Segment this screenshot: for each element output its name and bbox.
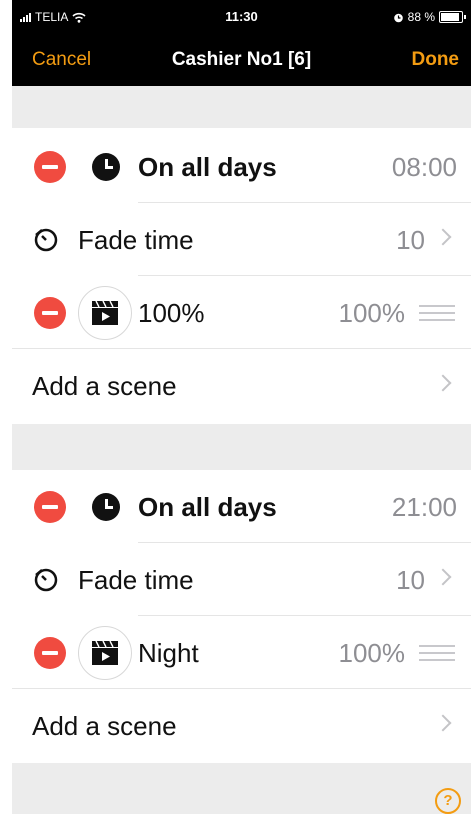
top-bar: TELIA 11:30 88 % Cancel Cashier No1 [6] … — [12, 0, 471, 86]
chevron-right-icon — [434, 228, 452, 246]
fade-time-label: Fade time — [78, 565, 194, 595]
clock-icon — [92, 493, 120, 521]
timer-icon — [34, 228, 58, 252]
drag-handle-icon[interactable] — [419, 305, 455, 326]
done-button[interactable]: Done — [412, 49, 460, 71]
minus-icon[interactable] — [34, 151, 66, 183]
battery-fill — [441, 13, 459, 21]
add-scene-label: Add a scene — [32, 371, 177, 401]
page-title: Cashier No1 [6] — [171, 49, 312, 70]
timer-icon — [34, 568, 58, 592]
chevron-right-icon — [434, 568, 452, 586]
schedule-time: 21:00 — [391, 492, 457, 522]
battery-percent: 88 % — [407, 10, 435, 24]
add-scene-label: Add a scene — [32, 711, 177, 741]
section-separator — [12, 424, 471, 470]
schedule-label: On all days — [138, 152, 277, 182]
schedule-time: 08:00 — [391, 152, 457, 182]
section-separator — [12, 86, 471, 128]
fade-time-label: Fade time — [78, 225, 194, 255]
scene-icon-circle — [78, 286, 132, 340]
navigation-bar: Cancel Cashier No1 [6] Done — [12, 38, 471, 86]
help-icon[interactable]: ? — [435, 788, 461, 814]
minus-icon[interactable] — [34, 297, 66, 329]
minus-icon[interactable] — [34, 491, 66, 523]
section-separator: ? — [12, 763, 471, 814]
add-scene-row[interactable]: Add a scene — [12, 350, 471, 422]
schedule-label: On all days — [138, 492, 277, 522]
add-scene-row[interactable]: Add a scene — [12, 690, 471, 762]
battery-icon — [439, 11, 466, 23]
scene-row[interactable]: 100% 100% — [12, 277, 471, 349]
scene-row[interactable]: Night 100% — [12, 617, 471, 689]
drag-handle-icon[interactable] — [419, 645, 455, 666]
scene-name: 100% — [138, 298, 205, 328]
scene-value: 100% — [338, 638, 406, 668]
minus-icon[interactable] — [34, 637, 66, 669]
fade-time-row[interactable]: Fade time 10 — [12, 204, 471, 276]
clapperboard-icon — [92, 640, 118, 665]
scene-value: 100% — [338, 298, 406, 328]
schedule-row[interactable]: On all days 08:00 — [12, 131, 471, 203]
clock-icon — [92, 153, 120, 181]
chevron-right-icon — [434, 374, 452, 392]
status-bar: TELIA 11:30 88 % — [12, 0, 471, 38]
clapperboard-icon — [92, 300, 118, 325]
fade-time-row[interactable]: Fade time 10 — [12, 544, 471, 616]
alarm-icon — [393, 13, 403, 22]
scene-icon-circle — [78, 626, 132, 680]
scene-name: Night — [138, 638, 199, 668]
chevron-right-icon — [434, 714, 452, 732]
fade-time-value: 10 — [396, 225, 425, 255]
fade-time-value: 10 — [396, 565, 425, 595]
schedule-row[interactable]: On all days 21:00 — [12, 471, 471, 543]
